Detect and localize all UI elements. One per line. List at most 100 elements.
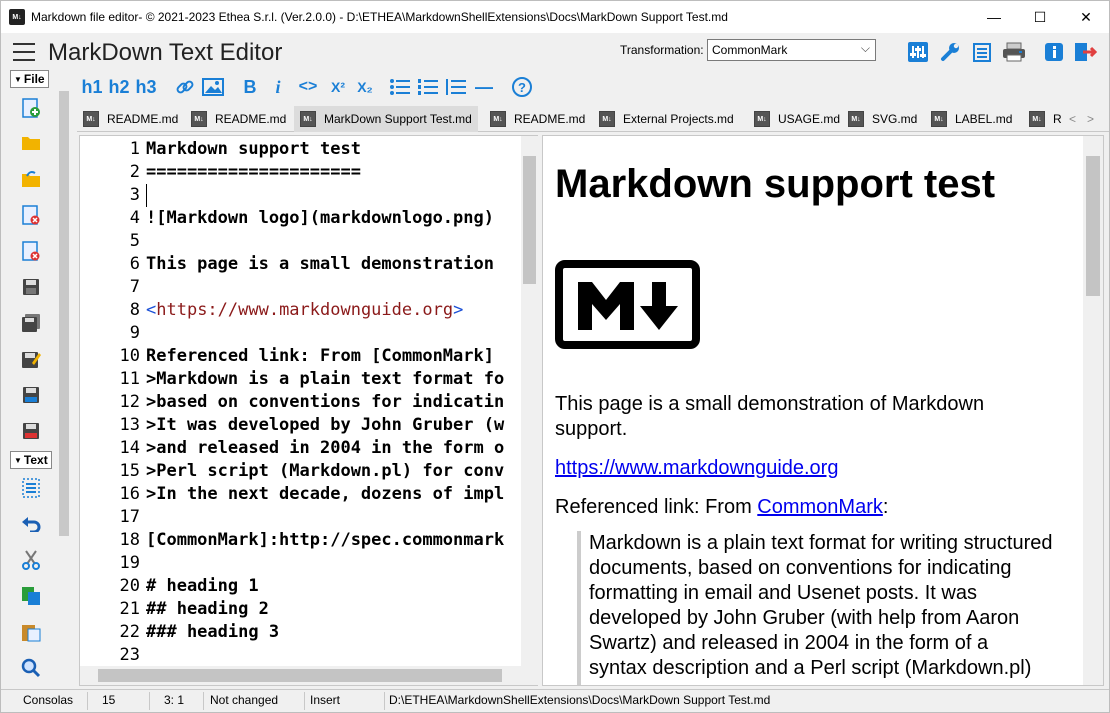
editor-vertical-scroll-thumb[interactable] — [523, 156, 536, 284]
markdown-file-icon: M↓ — [83, 111, 99, 127]
image-icon[interactable] — [201, 75, 225, 99]
tab-scroll-prev-button[interactable]: < — [1069, 106, 1076, 132]
heading2-button[interactable]: h2 — [107, 75, 131, 99]
status-font-size: 15 — [102, 693, 116, 707]
tab-readme-2[interactable]: M↓ README.md — [191, 106, 286, 132]
line-number: 12 — [119, 392, 140, 412]
sidebar-scroll-thumb[interactable] — [59, 91, 69, 536]
save-all-icon[interactable] — [20, 312, 42, 334]
settings-sliders-icon[interactable] — [906, 40, 930, 64]
title-bar: M↓ Markdown file editor- © 2021-2023 Eth… — [1, 1, 1109, 33]
close-button[interactable]: ✕ — [1063, 1, 1109, 33]
minimize-button[interactable]: — — [971, 1, 1017, 33]
app-title: MarkDown Text Editor — [48, 39, 283, 66]
paste-icon[interactable] — [20, 621, 42, 643]
markdown-file-icon: M↓ — [848, 111, 864, 127]
undo-icon[interactable] — [20, 513, 42, 535]
line-number: 14 — [119, 438, 140, 458]
code-line: ### heading 3 — [146, 622, 280, 642]
new-file-icon[interactable] — [20, 97, 42, 119]
tab-readme-3[interactable]: M↓ README.md — [490, 106, 585, 132]
tab-external-projects[interactable]: M↓ External Projects.md — [599, 106, 734, 132]
close-all-icon[interactable] — [20, 240, 42, 262]
sidebar-section-text[interactable]: ▼ Text — [10, 451, 52, 469]
sidebar-section-file[interactable]: ▼ File — [10, 70, 49, 88]
code-line: >based on conventions for indicatin — [146, 392, 505, 412]
code-line: >It was developed by John Gruber (w — [146, 415, 505, 435]
indent-list-icon[interactable] — [445, 75, 467, 99]
tab-label: MarkDown Support Test.md — [324, 112, 472, 126]
status-separator — [149, 692, 150, 710]
horizontal-rule-button[interactable]: — — [473, 75, 495, 99]
cut-icon[interactable] — [20, 549, 42, 571]
export-html-icon[interactable] — [20, 384, 42, 406]
tab-svg[interactable]: M↓ SVG.md — [848, 106, 917, 132]
transformation-select[interactable]: CommonMark ⌵ — [707, 39, 876, 61]
save-as-icon[interactable] — [20, 348, 42, 370]
line-number: 11 — [119, 369, 140, 389]
tab-label: R — [1053, 112, 1062, 126]
tab-label-md[interactable]: M↓ LABEL.md — [931, 106, 1012, 132]
wrench-icon[interactable] — [938, 40, 962, 64]
subscript-button[interactable]: X₂ — [354, 75, 376, 99]
line-number: 22 — [119, 622, 140, 642]
chevron-down-icon: ▼ — [14, 455, 22, 465]
markdown-file-icon: M↓ — [931, 111, 947, 127]
preview-pane[interactable]: Markdown support test This page is a sma… — [542, 135, 1104, 686]
line-number: 5 — [129, 231, 140, 251]
tab-scroll-next-button[interactable]: > — [1087, 106, 1094, 132]
hamburger-menu-icon[interactable] — [13, 43, 35, 61]
search-icon[interactable] — [20, 657, 42, 679]
editor-horizontal-scroll-thumb[interactable] — [98, 669, 502, 682]
code-line: ![Markdown logo](markdownlogo.png) — [146, 208, 494, 228]
open-folder-icon[interactable] — [20, 132, 42, 154]
export-pdf-icon[interactable] — [20, 420, 42, 442]
editor-pane[interactable]: 1 2 3 4 5 6 7 8 9 10 11 12 13 14 15 16 1… — [79, 135, 538, 686]
copy-icon[interactable] — [20, 585, 42, 607]
code-line: >Perl script (Markdown.pl) for conv — [146, 461, 505, 481]
info-icon[interactable] — [1042, 40, 1066, 64]
ref-prefix: Referenced link: From — [555, 496, 758, 518]
heading1-button[interactable]: h1 — [81, 75, 103, 99]
markdown-logo-image — [555, 260, 700, 349]
tab-r[interactable]: M↓ R — [1029, 106, 1062, 132]
maximize-button[interactable]: ☐ — [1017, 1, 1063, 33]
preview-scroll-thumb[interactable] — [1086, 156, 1100, 296]
numbered-list-icon[interactable] — [417, 75, 439, 99]
url-text: https://www.markdownguide.org — [156, 300, 454, 320]
line-number: 2 — [129, 162, 140, 182]
status-bar: Consolas 15 3: 1 Not changed Insert D:\E… — [1, 689, 1109, 712]
save-icon[interactable] — [20, 276, 42, 298]
quote-line: syntax description and a Perl script (Ma… — [589, 657, 1032, 679]
chevron-down-icon: ⌵ — [860, 41, 870, 55]
select-all-icon[interactable] — [20, 477, 42, 499]
link-icon[interactable] — [174, 75, 196, 99]
line-number: 6 — [129, 254, 140, 274]
tab-markdown-support-test[interactable]: M↓ MarkDown Support Test.md — [294, 106, 478, 132]
bold-button[interactable]: B — [240, 75, 260, 99]
line-number: 15 — [119, 461, 140, 481]
code-line: >In the next decade, dozens of impl — [146, 484, 505, 504]
status-modified: Not changed — [210, 693, 279, 707]
status-cursor-position: 3: 1 — [164, 693, 185, 707]
heading3-button[interactable]: h3 — [134, 75, 158, 99]
printer-icon[interactable] — [1002, 40, 1026, 64]
code-line: # heading 1 — [146, 576, 259, 596]
exit-icon[interactable] — [1073, 40, 1097, 64]
tab-usage[interactable]: M↓ USAGE.md — [754, 106, 840, 132]
markdown-file-icon: M↓ — [191, 111, 207, 127]
code-button[interactable]: <> — [295, 75, 321, 99]
help-icon[interactable]: ? — [510, 75, 534, 99]
commonmark-link[interactable]: CommonMark — [757, 496, 883, 518]
superscript-button[interactable]: X² — [327, 75, 349, 99]
bullet-list-icon[interactable] — [389, 75, 411, 99]
close-file-icon[interactable] — [20, 204, 42, 226]
code-line: Referenced link: From [CommonMark] — [146, 346, 494, 366]
tab-readme-1[interactable]: M↓ README.md — [83, 106, 178, 132]
preview-url-link[interactable]: https://www.markdownguide.org — [555, 456, 838, 481]
list-icon[interactable] — [970, 40, 994, 64]
italic-button[interactable]: i — [270, 75, 286, 99]
chevron-down-icon: ▼ — [14, 74, 22, 84]
tab-label: External Projects.md — [623, 112, 734, 126]
reopen-folder-icon[interactable] — [20, 168, 42, 190]
